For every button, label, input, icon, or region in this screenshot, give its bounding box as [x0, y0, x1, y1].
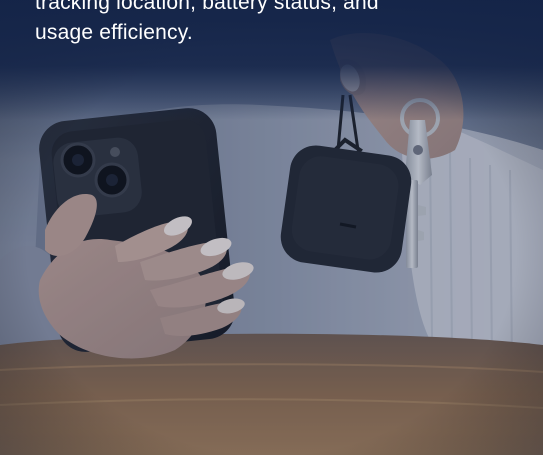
caption-line-1: tracking location, battery status, and [35, 0, 379, 14]
hero-image-card: tracking location, battery status, and u… [0, 0, 543, 455]
caption-text: tracking location, battery status, and u… [35, 0, 515, 48]
caption-line-2: usage efficiency. [35, 21, 193, 44]
